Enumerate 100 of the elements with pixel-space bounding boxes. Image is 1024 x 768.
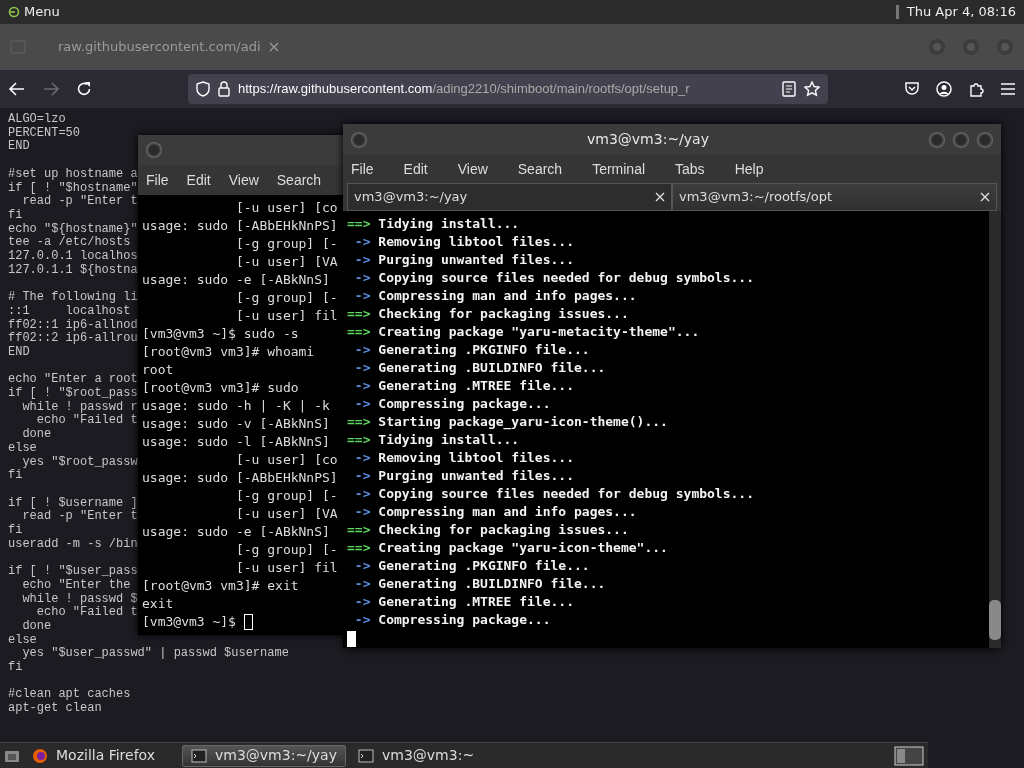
code-line: fi [8,524,23,538]
back-icon[interactable] [8,81,26,97]
terminal-line: root [142,361,174,379]
menu-item[interactable]: View [457,158,488,180]
code-line: else [8,633,37,648]
terminal-line: [-u user] fil [234,307,338,325]
menu-item[interactable]: Edit [403,158,428,180]
shield-icon [196,81,210,97]
window-menu-button[interactable] [146,142,162,158]
lock-icon [218,81,230,97]
star-icon[interactable] [804,81,820,97]
code-line: read -p "Enter t [22,510,138,525]
terminal-line: -> Generating .MTREE file... [353,593,574,611]
code-line: 127.0.1.1 ${hostna [8,263,138,278]
code-line: done [21,428,52,442]
menu-icon[interactable] [1000,82,1016,96]
code-line: tee -a /etc/hosts [8,236,131,250]
puzzle-icon[interactable] [968,81,984,97]
terminal-line: -> Removing libtool files... [353,233,574,251]
menu-item[interactable]: Help [734,158,764,180]
terminal-line: usage: sudo -e [-ABkNnS] [142,271,330,289]
code-line: END [8,345,30,360]
terminal-line: usage: sudo -l [-ABkNnS] [142,433,330,451]
reload-icon[interactable] [76,81,92,97]
terminal-tab[interactable]: vm3@vm3:~/rootfs/opt [672,183,997,211]
terminal-line: ==> Checking for packaging issues... [347,305,629,323]
menu-item[interactable]: Edit [186,169,211,191]
code-line: while ! passwd r [21,400,138,414]
workspace-switcher-icon[interactable] [894,745,924,766]
taskbar-item[interactable]: vm3@vm3:~/yay [182,744,346,767]
terminal-line: usage: sudo -h | -K | -k [142,397,330,415]
code-line: if [ ! $username ] [8,496,138,510]
pocket-icon[interactable] [904,81,920,97]
menu-item[interactable]: File [351,158,374,180]
account-icon[interactable] [936,81,952,97]
window-control-button[interactable] [977,131,993,148]
terminal-line: [root@vm3 vm3]# sudo [142,379,299,397]
window-control-button[interactable] [953,131,969,148]
code-line: useradd -m -s /bin [8,537,138,552]
code-line: ALGO=lzo [8,113,66,127]
code-line: fi [8,469,23,483]
code-line: if [ ! "$root_pass [8,387,138,401]
terminal-line: ==> Creating package "yaru-icon-theme"... [347,539,668,557]
menu-item[interactable]: Tabs [675,158,705,180]
code-line: yes "$user_passwd" | passwd $username [22,647,289,662]
code-line: fi [8,208,23,223]
terminal-line: usage: sudo -v [-ABkNnS] [142,415,330,433]
terminal-line: ==> Tidying install... [347,431,520,449]
taskbar-item[interactable]: Mozilla Firefox [24,744,174,767]
window-control-button[interactable] [929,131,945,148]
menu-item[interactable]: File [146,169,169,191]
terminal-line: exit [142,595,174,613]
terminal-icon [358,748,374,763]
menu-item[interactable]: Search [517,158,563,180]
code-line: echo "Failed t [35,414,138,428]
code-line: else [8,441,37,456]
menu-item[interactable]: Search [276,169,322,191]
window-menu-button[interactable] [351,131,367,148]
terminal-line: -> Purging unwanted files... [353,467,574,485]
terminal-line: [-g group] [- [234,487,338,505]
menu-item[interactable]: Terminal [592,158,646,180]
code-line: ff02::1 ip6-allnod [8,318,138,332]
terminal-line: [-g group] [- [234,289,338,307]
terminal-line: -> Copying source files needed for debug symbols... [353,485,754,503]
terminal-tab[interactable]: vm3@vm3:~/yay [347,183,672,211]
code-line: while ! passwd $ [21,592,138,606]
terminal-icon [191,748,207,763]
terminal-line: usage: sudo -e [-ABkNnS] [142,523,330,541]
terminal-line: -> Generating .BUILDINFO file... [353,359,606,377]
terminal-line: [root@vm3 vm3]# exit [142,577,299,595]
menu-button[interactable]: Menu [8,2,60,22]
reader-view-icon[interactable] [782,81,796,97]
terminal-line: [-g group] [- [234,541,338,559]
window-title: vm3@vm3:~/yay [586,130,710,149]
terminal-line: ==> Checking for packaging issues... [347,521,629,539]
code-line: #clean apt caches [8,688,131,702]
terminal-line: ==> Creating package "yaru-metacity-theme"... [347,323,700,341]
terminal-line: -> Purging unwanted files... [353,251,574,269]
terminal-line: [-u user] fil [234,559,338,577]
code-line: read -p "Enter t [22,195,138,209]
code-line: echo "Failed t [35,606,138,620]
code-line: if [ ! "$hostname" [8,181,138,195]
terminal-line: -> Generating .BUILDINFO file... [353,575,606,593]
terminal-line: -> Copying source files needed for debug symbols... [353,269,754,287]
code-line: yes "$root_passw [22,455,138,470]
code-line: #set up hostname a [8,167,138,182]
cursor [243,614,253,630]
terminal-line: -> Compressing package... [353,395,551,413]
menu-item[interactable]: View [228,169,259,191]
code-line: echo "${hostname}" [8,222,138,236]
menu-logo-icon [8,6,20,18]
terminal-line: -> Removing libtool files... [353,449,574,467]
terminal-line: usage: sudo [-ABbEHkNnPS] [142,469,338,487]
taskbar-item[interactable]: vm3@vm3:~ [350,744,514,767]
terminal-line: -> Compressing package... [353,611,551,629]
code-line: END [8,140,30,155]
scrollbar[interactable] [989,211,1001,648]
code-line: echo "Enter the [21,578,131,593]
terminal-line: -> Generating .MTREE file... [353,377,574,395]
panel-handle-icon [895,5,899,19]
